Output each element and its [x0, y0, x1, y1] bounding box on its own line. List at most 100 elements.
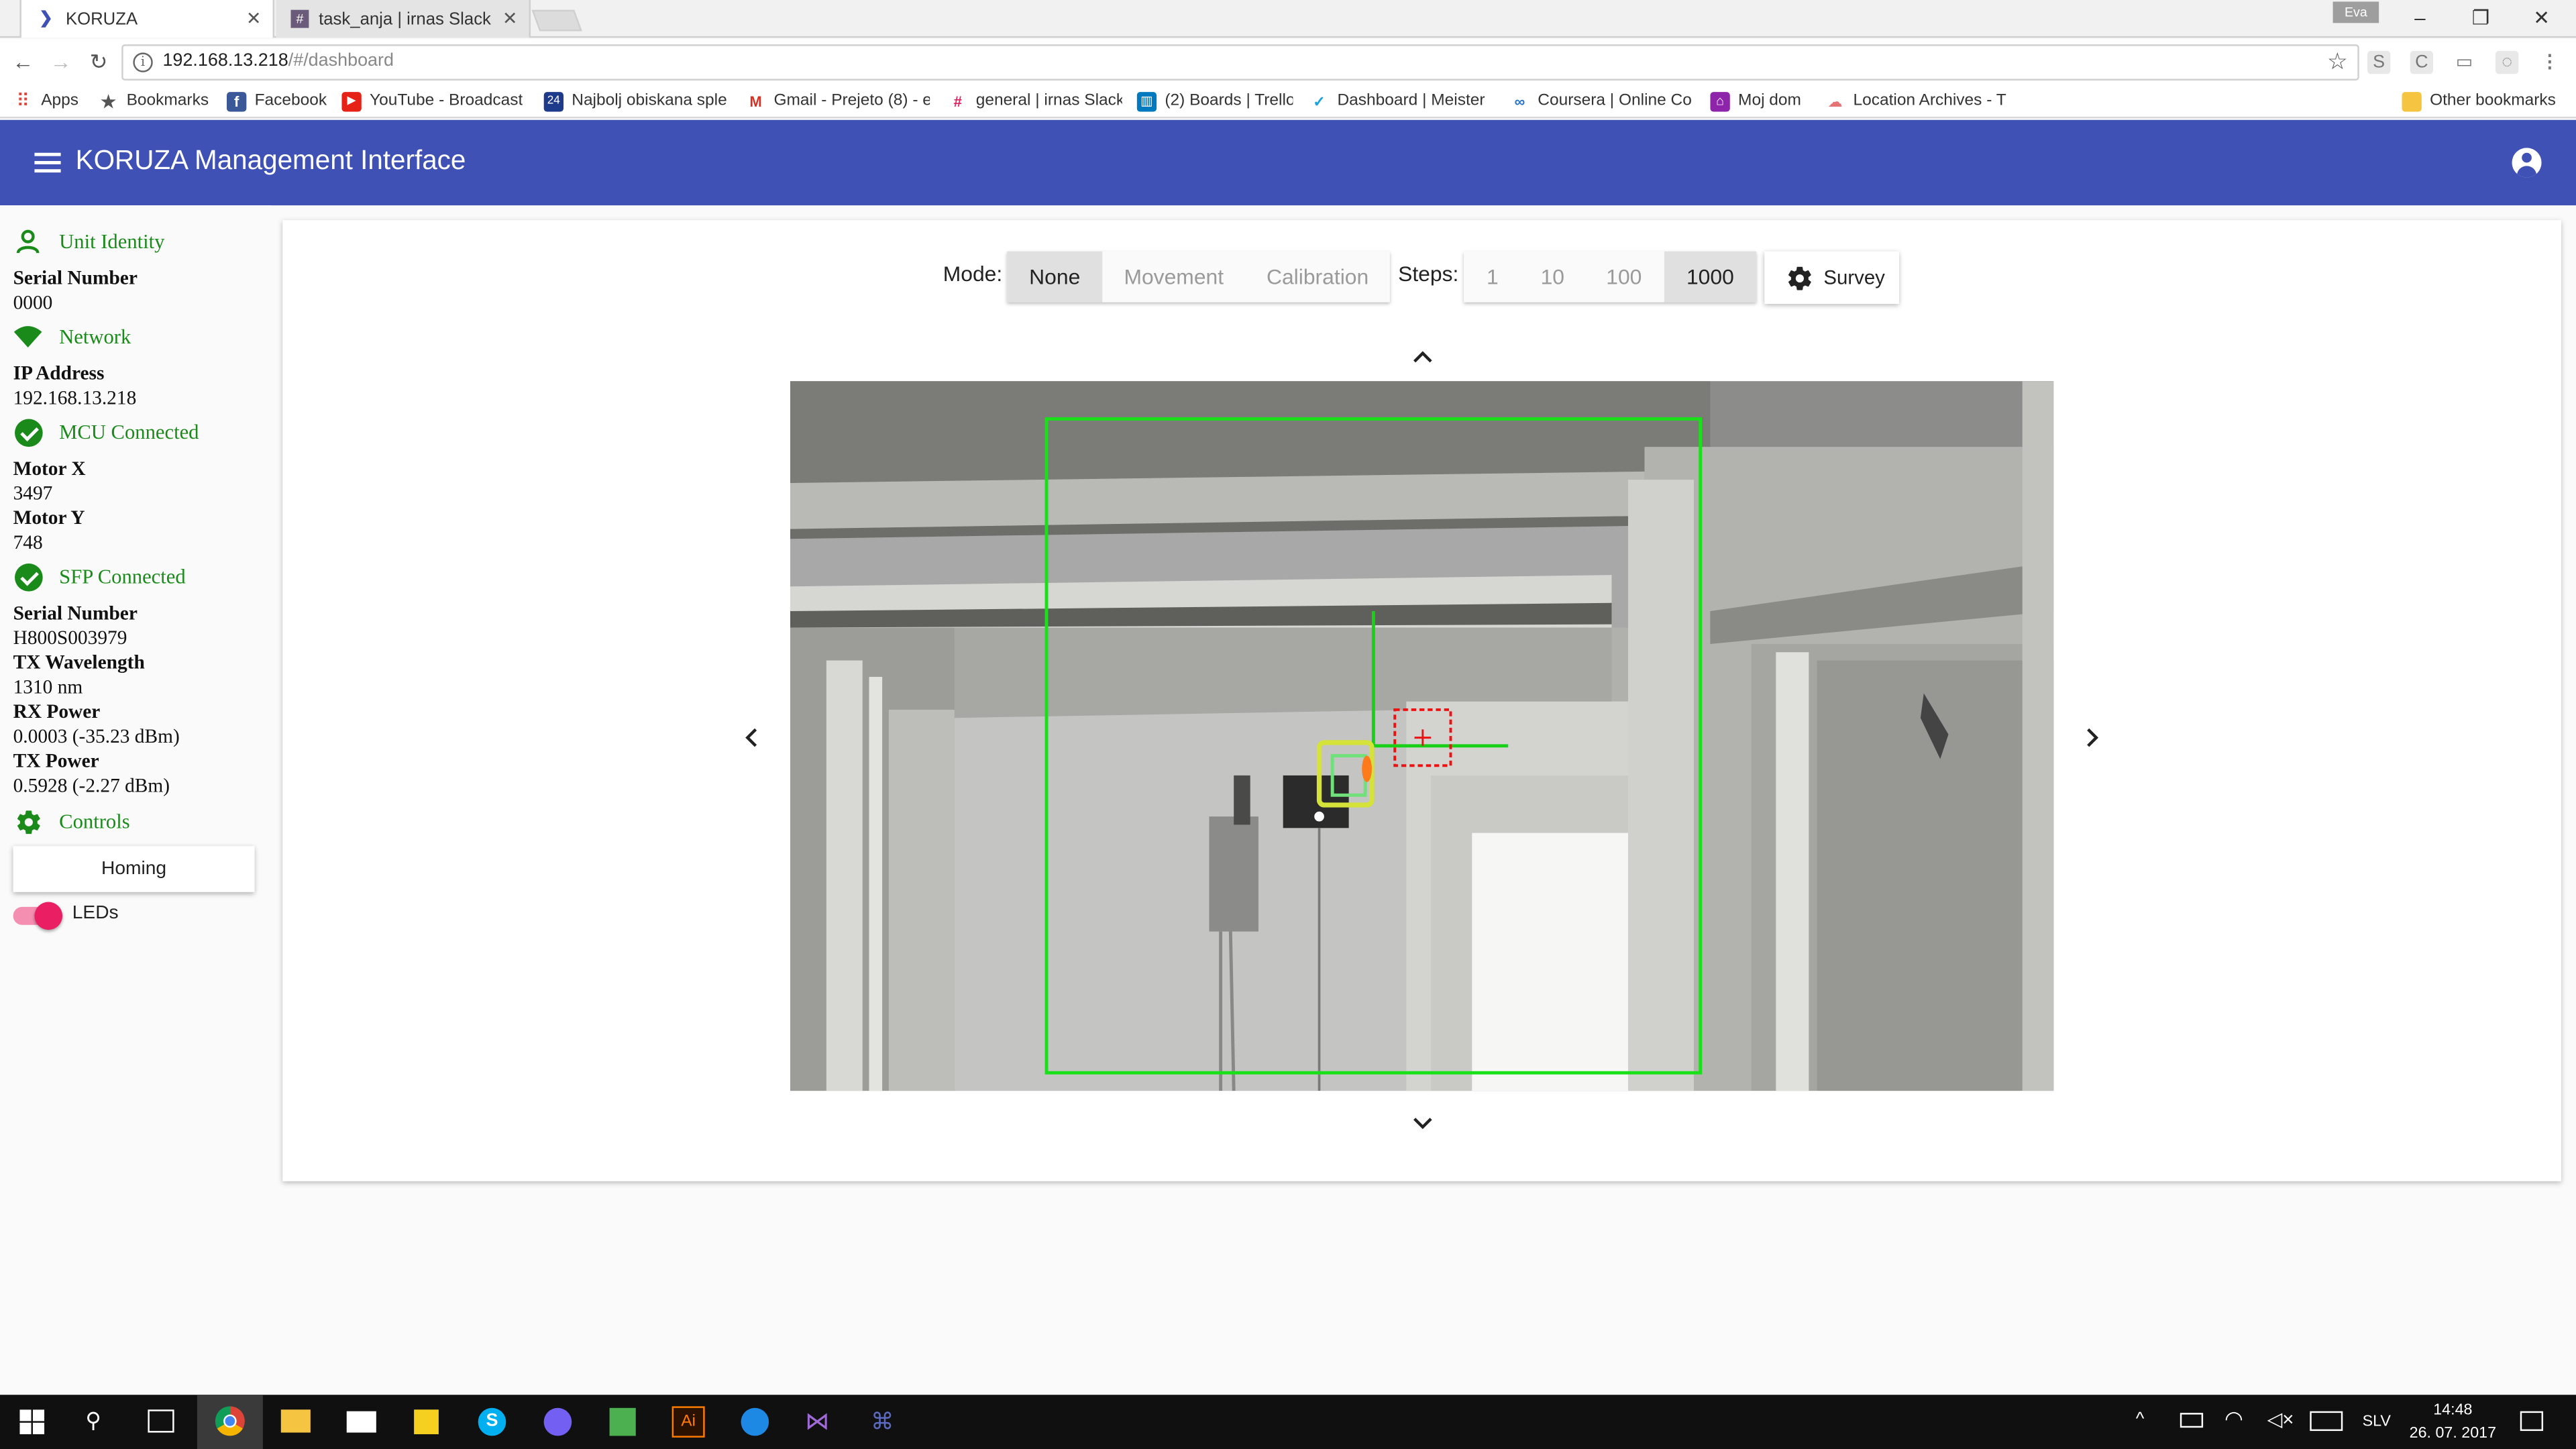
- survey-button[interactable]: Survey: [1764, 251, 1900, 305]
- close-icon[interactable]: ✕: [246, 8, 262, 30]
- windows-start-icon[interactable]: [19, 1409, 45, 1434]
- window-close-icon[interactable]: ✕: [2512, 3, 2571, 33]
- mode-selector: None Movement Calibration: [1007, 251, 1390, 303]
- tab-koruza[interactable]: ❯ KORUZA ✕: [19, 0, 274, 38]
- camera-scene: [790, 381, 2054, 1091]
- visual-studio-icon[interactable]: ⋈: [805, 1408, 835, 1436]
- bookmark-moj-dom[interactable]: ⌂ Moj dom: [1710, 89, 1817, 113]
- mail-icon[interactable]: [346, 1411, 376, 1433]
- camera-feed[interactable]: [790, 381, 2054, 1091]
- bookmark-trello[interactable]: ▥ (2) Boards | Trello: [1136, 89, 1293, 113]
- network-app-icon[interactable]: [741, 1407, 769, 1436]
- restore-icon[interactable]: ❐: [2451, 3, 2510, 33]
- account-icon[interactable]: [2512, 148, 2542, 178]
- mcu-connected-heading: MCU Connected: [13, 417, 199, 447]
- step-10-button[interactable]: 10: [1521, 252, 1584, 303]
- bookmark-star-icon[interactable]: ☆: [2327, 48, 2348, 76]
- mode-movement-button[interactable]: Movement: [1102, 252, 1245, 303]
- minimize-icon[interactable]: –: [2390, 3, 2449, 33]
- task-view-icon[interactable]: [148, 1409, 174, 1433]
- survey-label: Survey: [1823, 266, 1885, 290]
- editor-icon[interactable]: [609, 1407, 636, 1436]
- back-arrow-icon[interactable]: ←: [7, 46, 40, 79]
- step-100-button[interactable]: 100: [1584, 252, 1664, 303]
- clock[interactable]: 14:48 26. 07. 2017: [2408, 1401, 2497, 1442]
- url-host: 192.168.13.218: [162, 50, 288, 71]
- search-icon[interactable]: ⚲: [85, 1408, 111, 1434]
- gear-icon: [13, 806, 43, 836]
- mode-none-button[interactable]: None: [1007, 251, 1103, 303]
- leds-toggle[interactable]: [13, 902, 63, 930]
- home-icon: ⌂: [1710, 91, 1730, 111]
- bookmark-apps[interactable]: ⠿ Apps: [13, 89, 95, 113]
- info-icon[interactable]: i: [133, 52, 153, 72]
- steps-label: Steps:: [1398, 261, 1459, 286]
- coursera-icon: ∞: [1514, 93, 1525, 109]
- move-down-chevron-icon[interactable]: [1409, 1109, 1436, 1135]
- close-icon[interactable]: ✕: [502, 8, 518, 30]
- motor-x-label: Motor X: [13, 456, 86, 480]
- ip-address-label: IP Address: [13, 361, 105, 385]
- reload-icon[interactable]: ↻: [82, 46, 115, 79]
- bookmark-24ur[interactable]: 24 Najbolj obiskana sple: [543, 89, 728, 113]
- illustrator-icon[interactable]: Ai: [672, 1406, 705, 1438]
- network-tool-icon[interactable]: ⌘: [871, 1408, 900, 1436]
- url-path: /#/dashboard: [288, 50, 394, 71]
- url-bar[interactable]: i 192.168.13.218/#/dashboard ☆: [121, 44, 2359, 81]
- clock-date: 26. 07. 2017: [2409, 1424, 2497, 1443]
- tab-title: task_anja | irnas Slack: [319, 9, 491, 29]
- bookmark-slack[interactable]: # general | irnas Slack: [948, 89, 1122, 113]
- star-icon: ★: [99, 89, 117, 113]
- move-left-chevron-icon[interactable]: [738, 726, 764, 752]
- bookmark-coursera[interactable]: ∞ Coursera | Online Co: [1510, 89, 1694, 113]
- bookmark-gmail[interactable]: M Gmail - Prejeto (8) - e: [746, 89, 930, 113]
- slack-hash-icon: #: [290, 9, 309, 28]
- extension-s-icon[interactable]: S: [2367, 50, 2391, 74]
- cast-icon[interactable]: ▭: [2453, 51, 2475, 74]
- bookmark-youtube[interactable]: ▶ YouTube - Broadcast: [341, 89, 523, 113]
- extension-c-icon[interactable]: C: [2410, 50, 2433, 74]
- chevron-up-icon[interactable]: ^: [2136, 1409, 2145, 1429]
- bookmark-facebook[interactable]: f Facebook: [226, 89, 333, 113]
- viber-icon[interactable]: [543, 1407, 572, 1436]
- bookmark-other[interactable]: Other bookmarks: [2402, 89, 2566, 113]
- skype-icon[interactable]: S: [478, 1407, 506, 1436]
- chrome-taskbar-icon[interactable]: [197, 1395, 263, 1449]
- tab-slack[interactable]: # task_anja | irnas Slack ✕: [276, 0, 531, 38]
- language-indicator[interactable]: SLV: [2363, 1413, 2391, 1431]
- controls-heading: Controls: [13, 806, 130, 836]
- sfp-serial-value: H800S003979: [13, 626, 127, 649]
- move-right-chevron-icon[interactable]: [2080, 726, 2106, 752]
- sfp-serial-label: Serial Number: [13, 601, 138, 625]
- notifications-icon[interactable]: [2520, 1411, 2544, 1432]
- app-header: KORUZA Management Interface: [0, 119, 2576, 206]
- trello-icon: ▥: [1136, 91, 1157, 111]
- menu-icon[interactable]: [34, 152, 61, 173]
- speaker-mute-icon[interactable]: ◁×: [2267, 1408, 2294, 1431]
- bookmark-location-archives[interactable]: ☁ Location Archives - T: [1825, 89, 2009, 113]
- step-1-button[interactable]: 1: [1464, 252, 1521, 303]
- mode-label: Mode:: [943, 261, 1003, 286]
- motor-x-value: 3497: [13, 481, 53, 504]
- facebook-icon: f: [226, 91, 247, 111]
- bookmark-meistertask[interactable]: ✓ Dashboard | Meister: [1309, 89, 1493, 113]
- profile-badge[interactable]: Eva: [2332, 1, 2379, 23]
- tx-power-value: 0.5928 (-2.27 dBm): [13, 773, 170, 797]
- file-explorer-icon[interactable]: [280, 1409, 311, 1433]
- meistertask-icon: ✓: [1313, 93, 1326, 109]
- move-up-chevron-icon[interactable]: [1409, 341, 1436, 368]
- new-tab-button[interactable]: [531, 9, 582, 32]
- step-1000-button[interactable]: 1000: [1664, 251, 1756, 303]
- keyboard-icon[interactable]: [2310, 1411, 2343, 1432]
- mode-calibration-button[interactable]: Calibration: [1245, 252, 1390, 303]
- bookmark-bookmarks[interactable]: ★ Bookmarks: [99, 89, 213, 113]
- sticky-notes-icon[interactable]: [414, 1409, 439, 1434]
- wifi-icon[interactable]: ◠: [2224, 1406, 2243, 1432]
- person-icon: [13, 227, 43, 256]
- menu-dots-icon[interactable]: ⋮: [2538, 51, 2561, 74]
- extension-icon[interactable]: ◌: [2496, 50, 2519, 74]
- homing-button[interactable]: Homing: [13, 846, 255, 892]
- battery-icon[interactable]: [2180, 1413, 2204, 1428]
- forward-arrow-icon[interactable]: →: [44, 46, 77, 79]
- tx-power-label: TX Power: [13, 749, 99, 773]
